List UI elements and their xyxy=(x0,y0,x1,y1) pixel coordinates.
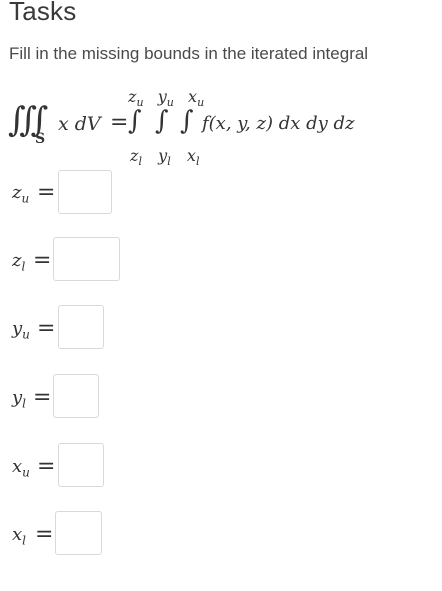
label-x-lower: xl xyxy=(12,524,26,548)
lower-bounds: zl yl xl xyxy=(130,146,199,168)
equals-x-upper: = xyxy=(37,454,56,479)
equals-x-lower: = xyxy=(35,522,54,547)
integral-sign-y: ∫ xyxy=(155,106,169,136)
equals-z-lower: = xyxy=(33,248,52,273)
equals-y-lower: = xyxy=(33,385,52,410)
equals-y-upper: = xyxy=(37,316,56,341)
task-instruction: Fill in the missing bounds in the iterat… xyxy=(9,44,369,63)
lower-bound-z: zl xyxy=(130,146,142,169)
page-title: Tasks xyxy=(9,0,77,26)
input-y-upper[interactable] xyxy=(58,305,104,349)
input-x-upper[interactable] xyxy=(58,443,104,487)
label-y-upper: yu xyxy=(12,318,30,342)
lhs-integrand: x dV xyxy=(58,113,101,135)
equals-sign: = xyxy=(110,110,129,135)
label-z-upper: zu xyxy=(12,182,30,206)
lower-bound-x: xl xyxy=(186,146,200,169)
label-x-upper: xu xyxy=(12,456,30,480)
input-x-lower[interactable] xyxy=(55,511,102,555)
rhs-integrand: f(x, y, z) dx dy dz xyxy=(202,113,355,134)
input-z-lower[interactable] xyxy=(53,237,120,281)
input-y-lower[interactable] xyxy=(53,374,99,418)
input-z-upper[interactable] xyxy=(58,170,112,214)
integral-sign-x: ∫ xyxy=(180,106,194,136)
label-y-lower: yl xyxy=(12,387,27,411)
equals-z-upper: = xyxy=(37,180,56,205)
integral-sign-z: ∫ xyxy=(128,106,142,136)
lower-bound-y: yl xyxy=(158,146,171,169)
region-label: S xyxy=(35,131,46,147)
label-z-lower: zl xyxy=(12,250,26,274)
